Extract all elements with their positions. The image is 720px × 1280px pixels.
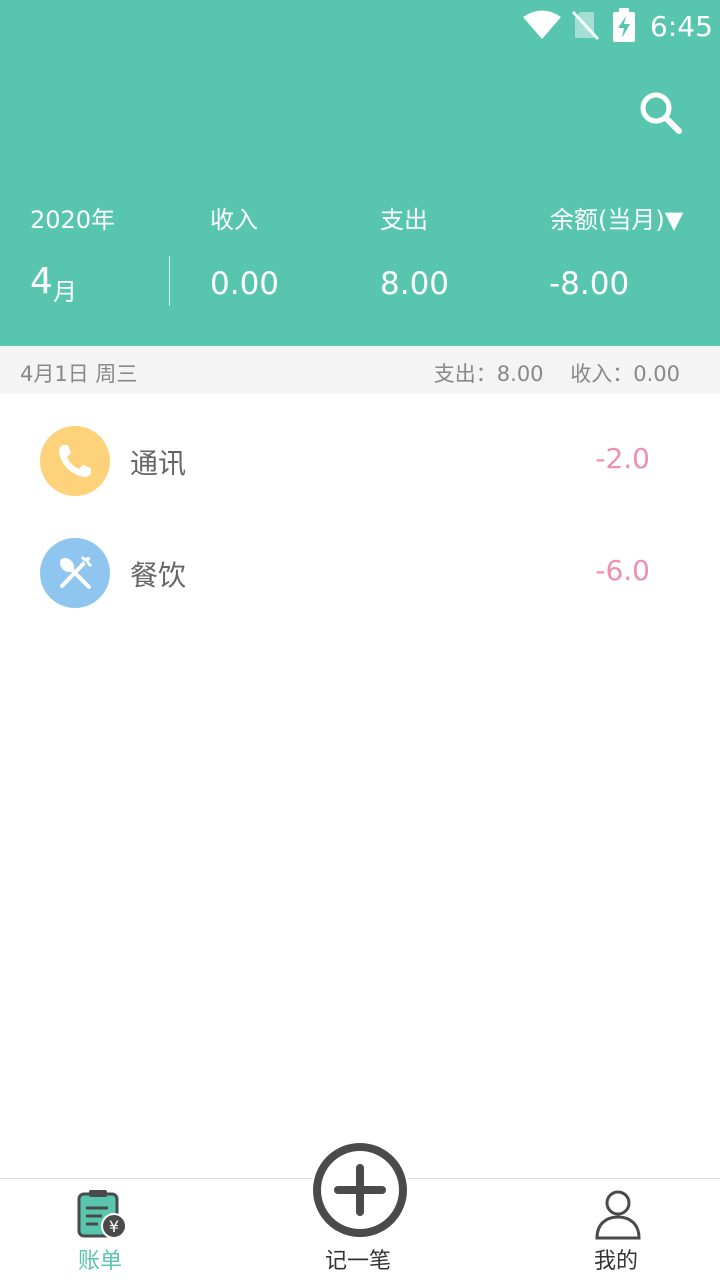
record-category: 通讯 xyxy=(130,447,187,480)
search-icon[interactable] xyxy=(636,88,684,136)
header: 6:45 2020年 收入 支出 余额(当月)▼ 4 月 0.00 8.00 -… xyxy=(0,0,720,346)
record-item[interactable]: 通讯 -2.0 xyxy=(0,404,720,516)
svg-text:¥: ¥ xyxy=(109,1217,119,1236)
divider xyxy=(169,256,170,306)
tab-mine-label: 我的 xyxy=(594,1249,639,1274)
status-bar: 6:45 xyxy=(0,0,720,52)
expense-label: 支出 xyxy=(380,206,428,234)
tab-add-label: 记一笔 xyxy=(325,1249,392,1274)
record-item[interactable]: 餐饮 -6.0 xyxy=(0,516,720,628)
record-category: 餐饮 xyxy=(130,559,187,592)
day-group-header: 4月1日 周三 支出：8.00 收入：0.00 xyxy=(0,346,720,394)
category-icon-circle xyxy=(40,538,110,608)
bill-icon: ¥ xyxy=(77,1190,127,1239)
tab-bills-label: 账单 xyxy=(78,1249,123,1274)
expense-value: 8.00 xyxy=(380,266,450,302)
tab-bills[interactable]: ¥ 账单 xyxy=(60,1179,144,1280)
month-selector[interactable]: 4 xyxy=(30,261,53,302)
income-value: 0.00 xyxy=(210,266,280,302)
wifi-icon xyxy=(523,10,561,39)
battery-charging-icon xyxy=(613,8,635,42)
fork-spoon-icon xyxy=(59,555,93,589)
add-record-button[interactable] xyxy=(311,1141,409,1239)
tab-mine[interactable]: 我的 xyxy=(576,1179,660,1280)
record-amount: -6.0 xyxy=(595,554,650,587)
plus-circle-icon xyxy=(313,1143,407,1237)
month-unit: 月 xyxy=(53,278,77,306)
record-amount: -2.0 xyxy=(595,442,650,475)
user-icon xyxy=(595,1190,641,1240)
status-time: 6:45 xyxy=(650,10,713,43)
year-selector[interactable]: 2020年 xyxy=(30,200,115,235)
day-income-total: 收入：0.00 xyxy=(570,362,680,386)
day-totals: 支出：8.00 收入：0.00 xyxy=(414,358,680,388)
category-icon-circle xyxy=(40,426,110,496)
income-label: 收入 xyxy=(210,206,258,234)
phone-icon xyxy=(59,445,91,477)
no-sim-icon xyxy=(572,10,600,40)
balance-value: -8.00 xyxy=(549,266,630,302)
day-date: 4月1日 周三 xyxy=(20,362,138,386)
day-expense-total: 支出：8.00 xyxy=(433,362,544,386)
balance-dropdown[interactable]: 余额(当月)▼ xyxy=(550,200,683,235)
